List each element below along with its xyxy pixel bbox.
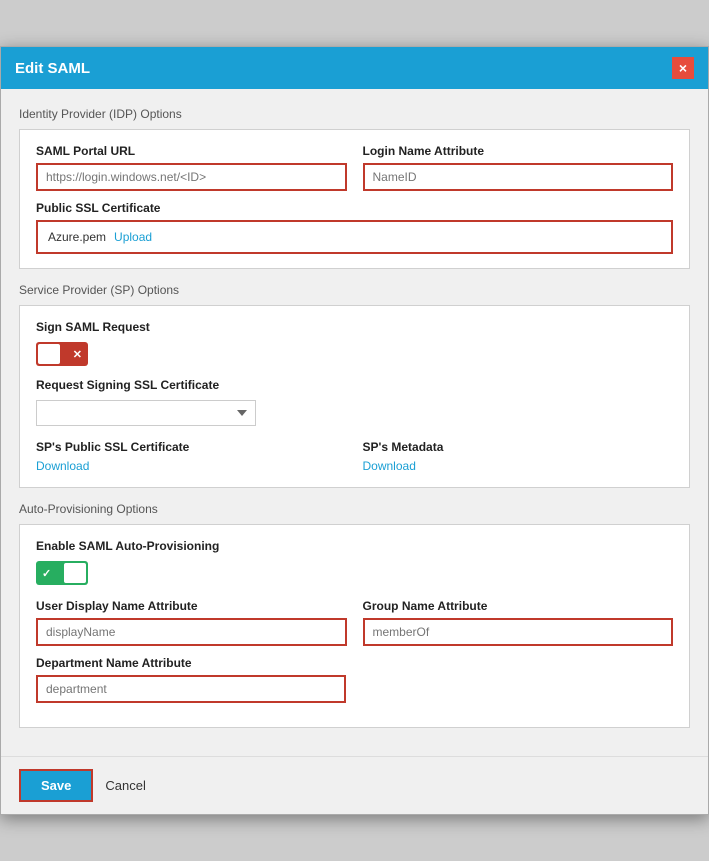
- edit-saml-modal: Edit SAML × Identity Provider (IDP) Opti…: [0, 46, 709, 815]
- department-spacer: [363, 656, 674, 703]
- sp-metadata-download-link[interactable]: Download: [363, 459, 416, 473]
- auto-provisioning-section-title: Auto-Provisioning Options: [19, 502, 690, 516]
- enable-saml-group: Enable SAML Auto-Provisioning ✓: [36, 539, 673, 585]
- idp-top-row: SAML Portal URL Login Name Attribute: [36, 144, 673, 191]
- sp-bottom-row: SP's Public SSL Certificate Download SP'…: [36, 440, 673, 473]
- request-signing-label: Request Signing SSL Certificate: [36, 378, 673, 392]
- user-display-name-label: User Display Name Attribute: [36, 599, 347, 613]
- department-name-input[interactable]: [36, 675, 346, 703]
- sp-metadata-label: SP's Metadata: [363, 440, 674, 454]
- saml-portal-url-input[interactable]: [36, 163, 347, 191]
- enable-saml-label: Enable SAML Auto-Provisioning: [36, 539, 673, 553]
- login-name-attribute-input[interactable]: [363, 163, 674, 191]
- enable-saml-toggle[interactable]: ✓: [36, 561, 88, 585]
- sp-section-box: Sign SAML Request ✕ Request Signing SSL …: [19, 305, 690, 488]
- saml-portal-url-label: SAML Portal URL: [36, 144, 347, 158]
- ssl-cert-group: Public SSL Certificate Azure.pem Upload: [36, 201, 673, 254]
- sign-saml-label: Sign SAML Request: [36, 320, 673, 334]
- sp-section-title: Service Provider (SP) Options: [19, 283, 690, 297]
- toggle-knob-on: [64, 563, 86, 583]
- sign-saml-toggle-container: ✕: [36, 342, 673, 366]
- modal-title: Edit SAML: [15, 60, 90, 77]
- request-signing-group: Request Signing SSL Certificate: [36, 378, 673, 426]
- sign-saml-group: Sign SAML Request ✕: [36, 320, 673, 366]
- save-button[interactable]: Save: [19, 769, 93, 802]
- sp-public-ssl-download-link[interactable]: Download: [36, 459, 89, 473]
- sign-saml-toggle[interactable]: ✕: [36, 342, 88, 366]
- login-name-attribute-label: Login Name Attribute: [363, 144, 674, 158]
- auto-provisioning-section-box: Enable SAML Auto-Provisioning ✓ User Dis…: [19, 524, 690, 728]
- sp-metadata-col: SP's Metadata Download: [363, 440, 674, 473]
- upload-link[interactable]: Upload: [114, 230, 152, 244]
- close-button[interactable]: ×: [672, 57, 694, 79]
- idp-section-title: Identity Provider (IDP) Options: [19, 107, 690, 121]
- ssl-cert-label: Public SSL Certificate: [36, 201, 673, 215]
- ssl-cert-filename: Azure.pem: [48, 230, 106, 244]
- attribute-bottom-row: Department Name Attribute: [36, 656, 673, 703]
- department-name-group: Department Name Attribute: [36, 656, 347, 703]
- enable-saml-toggle-container: ✓: [36, 561, 673, 585]
- modal-body: Identity Provider (IDP) Options SAML Por…: [1, 89, 708, 756]
- login-name-attribute-group: Login Name Attribute: [363, 144, 674, 191]
- idp-section-box: SAML Portal URL Login Name Attribute Pub…: [19, 129, 690, 269]
- group-name-group: Group Name Attribute: [363, 599, 674, 646]
- department-name-label: Department Name Attribute: [36, 656, 347, 670]
- cancel-button[interactable]: Cancel: [105, 778, 145, 793]
- toggle-knob: [38, 344, 60, 364]
- toggle-x-icon: ✕: [73, 348, 82, 361]
- user-display-name-input[interactable]: [36, 618, 347, 646]
- group-name-input[interactable]: [363, 618, 674, 646]
- modal-footer: Save Cancel: [1, 756, 708, 814]
- ssl-cert-box: Azure.pem Upload: [36, 220, 673, 254]
- sp-public-ssl-label: SP's Public SSL Certificate: [36, 440, 347, 454]
- request-signing-select[interactable]: [36, 400, 256, 426]
- user-display-name-group: User Display Name Attribute: [36, 599, 347, 646]
- saml-portal-url-group: SAML Portal URL: [36, 144, 347, 191]
- group-name-label: Group Name Attribute: [363, 599, 674, 613]
- toggle-check-icon: ✓: [42, 567, 51, 580]
- attribute-top-row: User Display Name Attribute Group Name A…: [36, 599, 673, 646]
- modal-header: Edit SAML ×: [1, 47, 708, 89]
- sp-public-ssl-col: SP's Public SSL Certificate Download: [36, 440, 347, 473]
